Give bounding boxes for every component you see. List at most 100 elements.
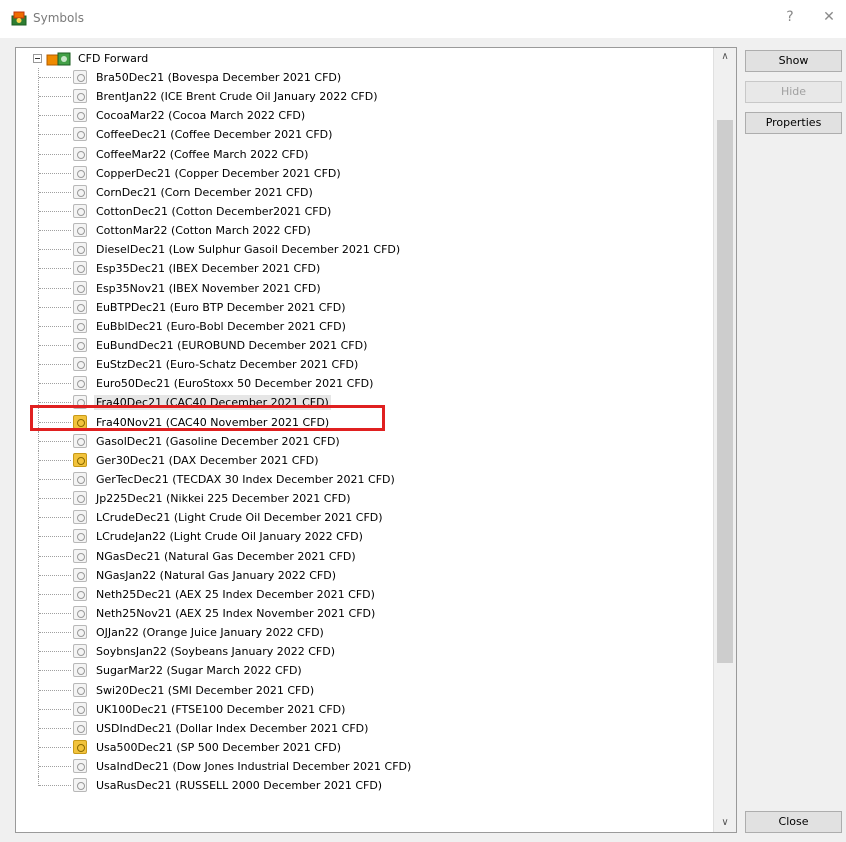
tree-item[interactable]: GasolDec21 (Gasoline December 2021 CFD): [16, 431, 713, 451]
tree-item[interactable]: Euro50Dec21 (EuroStoxx 50 December 2021 …: [16, 374, 713, 394]
collapse-icon[interactable]: [33, 54, 42, 63]
tree-item[interactable]: EuBundDec21 (EUROBUND December 2021 CFD): [16, 335, 713, 356]
tree-item-label: EuBblDec21 (Euro-Bobl December 2021 CFD): [96, 319, 346, 333]
folder-icon: [46, 52, 71, 66]
tree-item-label: LCrudeDec21 (Light Crude Oil December 20…: [96, 511, 383, 525]
tree-line: [39, 191, 71, 193]
tree-item[interactable]: USDIndDec21 (Dollar Index December 2021 …: [16, 718, 713, 738]
tree-item-label: UsaIndDec21 (Dow Jones Industrial Decemb…: [96, 760, 412, 774]
tree-item[interactable]: OJJan22 (Orange Juice January 2022 CFD): [16, 623, 713, 643]
tree-item[interactable]: BrentJan22 (ICE Brent Crude Oil January …: [16, 87, 713, 107]
tree-item[interactable]: NGasJan22 (Natural Gas January 2022 CFD): [16, 565, 713, 585]
scroll-up-icon[interactable]: ∧: [714, 48, 736, 66]
symbols-tree[interactable]: CFD Forward Bra50Dec21 (Bovespa December…: [15, 47, 737, 833]
tree-item[interactable]: UsaIndDec21 (Dow Jones Industrial Decemb…: [16, 757, 713, 777]
symbol-icon: [73, 605, 87, 620]
tree-item[interactable]: CottonMar22 (Cotton March 2022 CFD): [16, 221, 713, 241]
tree-item[interactable]: Jp225Dec21 (Nikkei 225 December 2021 CFD…: [16, 489, 713, 509]
vertical-scrollbar[interactable]: ∧ ∨: [713, 48, 736, 832]
tree-root-cfd-forward[interactable]: CFD Forward: [16, 49, 713, 68]
tree-item[interactable]: CocoaMar22 (Cocoa March 2022 CFD): [16, 106, 713, 126]
tree-item[interactable]: LCrudeDec21 (Light Crude Oil December 20…: [16, 508, 713, 528]
tree-item[interactable]: NGasDec21 (Natural Gas December 2021 CFD…: [16, 546, 713, 566]
tree-line: [39, 325, 71, 327]
close-button[interactable]: Close: [745, 811, 842, 833]
tree-line: [39, 383, 71, 385]
tree-item[interactable]: SoybnsJan22 (Soybeans January 2022 CFD): [16, 642, 713, 662]
symbol-icon: [73, 223, 87, 238]
tree-item[interactable]: Swi20Dec21 (SMI December 2021 CFD): [16, 680, 713, 700]
tree-item[interactable]: SugarMar22 (Sugar March 2022 CFD): [16, 661, 713, 681]
tree-item[interactable]: CoffeeDec21 (Coffee December 2021 CFD): [16, 125, 713, 145]
tree-item-label: CornDec21 (Corn December 2021 CFD): [96, 185, 313, 199]
scroll-down-icon[interactable]: ∨: [714, 814, 736, 832]
tree-line: [39, 287, 71, 289]
tree-item-label: CoffeeMar22 (Coffee March 2022 CFD): [96, 147, 309, 161]
symbol-icon: [73, 548, 87, 563]
tree-item-label: Usa500Dec21 (SP 500 December 2021 CFD): [96, 740, 341, 754]
window-close-button[interactable]: ✕: [820, 9, 838, 25]
tree-item-label: Jp225Dec21 (Nikkei 225 December 2021 CFD…: [96, 492, 351, 506]
tree-item[interactable]: CottonDec21 (Cotton December2021 CFD): [16, 201, 713, 222]
symbol-icon: [73, 682, 87, 697]
tree-item[interactable]: Esp35Dec21 (IBEX December 2021 CFD): [16, 259, 713, 279]
properties-button[interactable]: Properties: [745, 112, 842, 134]
tree-item[interactable]: EuBblDec21 (Euro-Bobl December 2021 CFD): [16, 316, 713, 336]
tree-item[interactable]: Ger30Dec21 (DAX December 2021 CFD): [16, 450, 713, 470]
tree-item[interactable]: LCrudeJan22 (Light Crude Oil January 202…: [16, 527, 713, 547]
tree-item-label: Swi20Dec21 (SMI December 2021 CFD): [96, 683, 315, 697]
tree-item[interactable]: Neth25Dec21 (AEX 25 Index December 2021 …: [16, 584, 713, 604]
tree-line: [39, 364, 71, 366]
tree-item-label: CopperDec21 (Copper December 2021 CFD): [96, 166, 341, 180]
tree-line: [39, 612, 71, 614]
symbol-icon: [73, 586, 87, 601]
tree-item-label: CottonMar22 (Cotton March 2022 CFD): [96, 224, 311, 238]
tree-item-label: Ger30Dec21 (DAX December 2021 CFD): [96, 453, 319, 467]
tree-item[interactable]: EuStzDec21 (Euro-Schatz December 2021 CF…: [16, 355, 713, 375]
tree-item[interactable]: UK100Dec21 (FTSE100 December 2021 CFD): [16, 699, 713, 719]
tree-item-label: CottonDec21 (Cotton December2021 CFD): [96, 204, 332, 218]
tree-line: [39, 268, 71, 270]
tree-item[interactable]: Usa500Dec21 (SP 500 December 2021 CFD): [16, 737, 713, 758]
tree-root-label: CFD Forward: [78, 52, 149, 65]
help-button[interactable]: ?: [781, 9, 799, 25]
tree-item[interactable]: CoffeeMar22 (Coffee March 2022 CFD): [16, 144, 713, 164]
tree-item[interactable]: DieselDec21 (Low Sulphur Gasoil December…: [16, 240, 713, 260]
tree-line: [39, 555, 71, 557]
symbol-icon: [73, 644, 87, 659]
tree-line: [39, 766, 71, 768]
show-button[interactable]: Show: [745, 50, 842, 72]
symbol-icon: [73, 778, 87, 793]
tree-line: [39, 210, 71, 212]
tree-line: [39, 134, 71, 136]
tree-item[interactable]: Bra50Dec21 (Bovespa December 2021 CFD): [16, 68, 713, 88]
tree-line: [39, 172, 71, 174]
tree-item[interactable]: CornDec21 (Corn December 2021 CFD): [16, 182, 713, 202]
symbol-icon: [73, 471, 87, 486]
tree-item[interactable]: GerTecDec21 (TECDAX 30 Index December 20…: [16, 469, 713, 490]
tree-line: [39, 498, 71, 500]
tree-item[interactable]: Esp35Nov21 (IBEX November 2021 CFD): [16, 278, 713, 298]
tree-line: [39, 536, 71, 538]
scroll-thumb[interactable]: [717, 120, 733, 663]
tree-line: [39, 746, 71, 748]
selection-highlight-box: [30, 405, 385, 431]
tree-item-label: EuBTPDec21 (Euro BTP December 2021 CFD): [96, 300, 346, 314]
tree-item[interactable]: Neth25Nov21 (AEX 25 Index November 2021 …: [16, 603, 713, 624]
tree-line: [39, 96, 71, 98]
tree-item-label: NGasDec21 (Natural Gas December 2021 CFD…: [96, 549, 356, 563]
tree-item-label: EuBundDec21 (EUROBUND December 2021 CFD): [96, 338, 368, 352]
tree-item-label: CocoaMar22 (Cocoa March 2022 CFD): [96, 109, 306, 123]
symbol-icon: [73, 318, 87, 333]
symbol-icon: [73, 184, 87, 199]
tree-item[interactable]: EuBTPDec21 (Euro BTP December 2021 CFD): [16, 297, 713, 317]
symbol-icon: [73, 663, 87, 678]
tree-item[interactable]: UsaRusDec21 (RUSSELL 2000 December 2021 …: [16, 776, 713, 795]
tree-item-label: UK100Dec21 (FTSE100 December 2021 CFD): [96, 702, 346, 716]
tree-line: [39, 344, 71, 346]
tree-item[interactable]: CopperDec21 (Copper December 2021 CFD): [16, 163, 713, 183]
tree-line: [39, 402, 71, 404]
symbol-icon: [73, 280, 87, 295]
symbol-icon: [73, 452, 87, 467]
symbol-icon: [73, 70, 87, 84]
